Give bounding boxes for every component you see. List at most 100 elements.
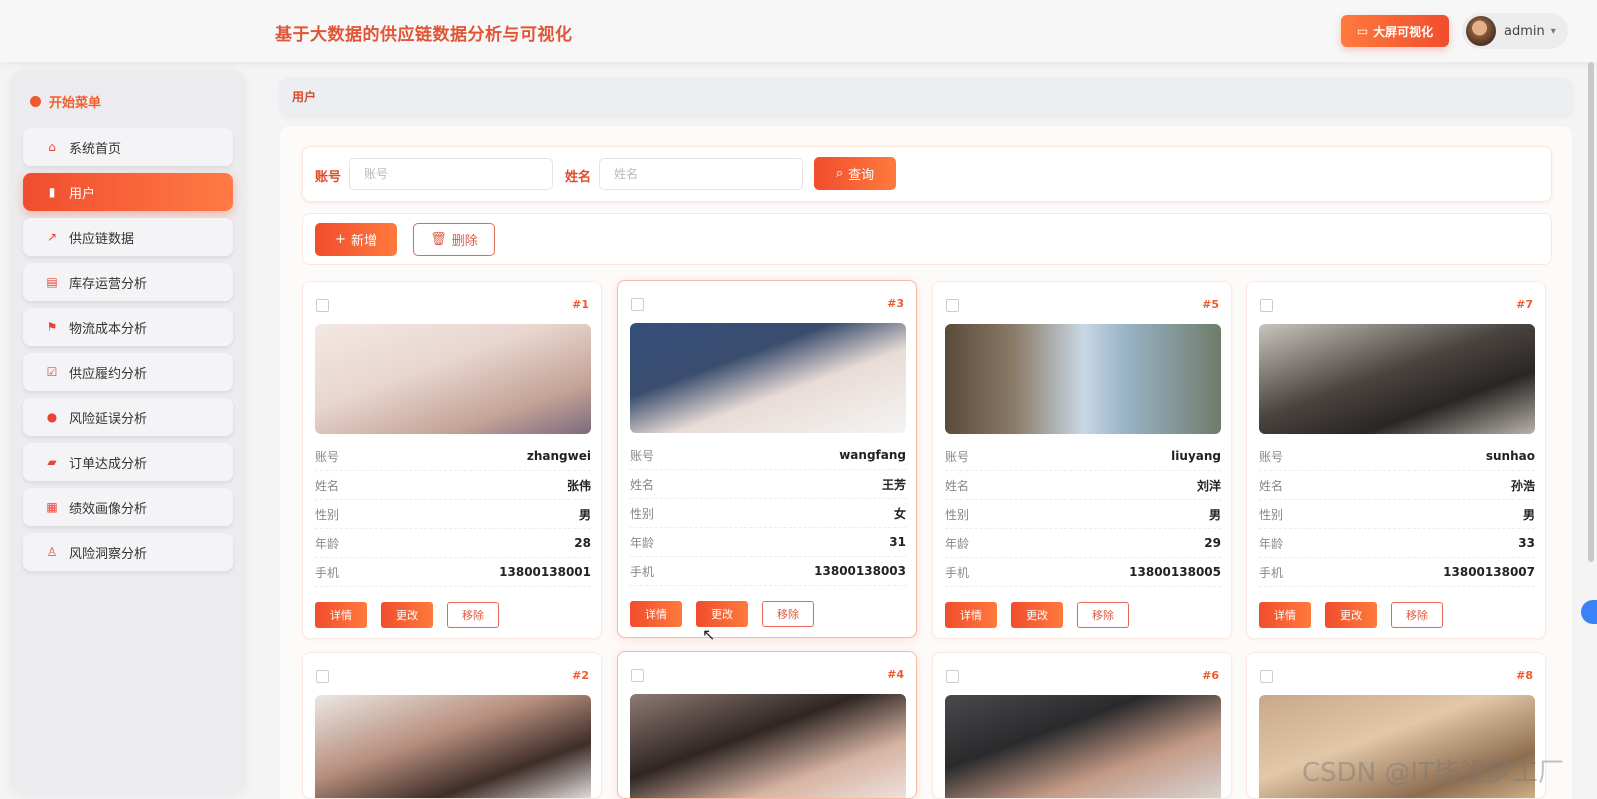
account-input[interactable] <box>349 158 553 190</box>
select-checkbox[interactable] <box>946 670 959 683</box>
chevron-down-icon: ▾ <box>1550 25 1556 37</box>
user-photo <box>1259 324 1535 434</box>
sidebar-item-home[interactable]: ⌂ 系统首页 <box>23 128 233 166</box>
sidebar-item-logistics-cost[interactable]: ⚑ 物流成本分析 <box>23 308 233 346</box>
field-label: 手机 <box>1259 565 1284 580</box>
field-label: 年龄 <box>315 536 340 551</box>
sidebar-item-label: 供应履约分析 <box>69 366 148 382</box>
floating-tab[interactable] <box>1581 600 1597 624</box>
select-checkbox[interactable] <box>1260 299 1273 312</box>
edit-button[interactable]: 更改 <box>1325 602 1377 628</box>
remove-button[interactable]: 移除 <box>447 602 499 628</box>
detail-button[interactable]: 详情 <box>315 602 367 628</box>
card-id: #3 <box>887 297 904 310</box>
top-bar: 基于大数据的供应链数据分析与可视化 ▭ 大屏可视化 admin ▾ <box>0 0 1597 62</box>
remove-button[interactable]: 移除 <box>762 601 814 627</box>
menu-heading-label: 开始菜单 <box>49 96 102 111</box>
field-label: 姓名 <box>630 477 655 492</box>
edit-button[interactable]: 更改 <box>1011 602 1063 628</box>
field-label: 年龄 <box>1259 536 1284 551</box>
name-input[interactable] <box>599 158 803 190</box>
sidebar-item-fulfillment[interactable]: ☑ 供应履约分析 <box>23 353 233 391</box>
sidebar-item-risk-delay[interactable]: ● 风险延误分析 <box>23 398 233 436</box>
wallet-icon: ▰ <box>47 455 57 469</box>
sidebar-item-label: 物流成本分析 <box>69 321 148 337</box>
name-value: 刘洋 <box>1196 478 1221 493</box>
phone-value: 13800138003 <box>814 564 906 578</box>
field-label: 账号 <box>945 449 970 464</box>
bigscreen-button[interactable]: ▭ 大屏可视化 <box>1341 15 1449 47</box>
query-button[interactable]: ⌕ 查询 <box>814 157 896 190</box>
sidebar-item-users[interactable]: ▮ 用户 <box>23 173 233 211</box>
user-menu[interactable]: admin ▾ <box>1462 13 1568 49</box>
sidebar-item-label: 用户 <box>69 186 96 202</box>
edit-button[interactable]: 更改 <box>696 601 748 627</box>
phone-value: 13800138001 <box>499 565 591 579</box>
sidebar-item-order-achievement[interactable]: ▰ 订单达成分析 <box>23 443 233 481</box>
user-photo <box>315 695 591 798</box>
line-chart-icon: ↗ <box>46 230 58 244</box>
sidebar-item-risk-insight[interactable]: ♙ 风险洞察分析 <box>23 533 233 571</box>
monitor-icon: ▭ <box>1356 24 1369 38</box>
action-panel: + 新增 🗑 删除 <box>302 213 1552 265</box>
name-value: 孙浩 <box>1510 478 1535 493</box>
card-id: #5 <box>1202 298 1219 311</box>
user-photo <box>630 694 906 798</box>
flag-icon: ⚑ <box>46 320 58 334</box>
bigscreen-label: 大屏可视化 <box>1373 24 1434 39</box>
detail-button[interactable]: 详情 <box>630 601 682 627</box>
search-icon: ⌕ <box>835 166 844 181</box>
gender-value: 男 <box>1208 507 1221 522</box>
user-card: #5 账号 liuyang 姓名 刘洋 性别 男 年龄 29 手机 13800138005… <box>932 281 1232 639</box>
delete-button[interactable]: 🗑 删除 <box>413 223 495 256</box>
field-label: 手机 <box>945 565 970 580</box>
select-checkbox[interactable] <box>316 670 329 683</box>
avatar <box>1466 16 1496 46</box>
sidebar-item-inventory-analysis[interactable]: ▤ 库存运营分析 <box>23 263 233 301</box>
user-photo <box>315 324 591 434</box>
age-value: 29 <box>1204 536 1221 550</box>
name-value: 王芳 <box>881 477 906 492</box>
cursor-pointer-icon: ↖ <box>702 625 716 644</box>
field-label: 性别 <box>315 507 340 522</box>
username: admin <box>1504 23 1545 39</box>
sidebar-item-label: 绩效画像分析 <box>69 501 148 517</box>
remove-button[interactable]: 移除 <box>1391 602 1443 628</box>
field-label: 姓名 <box>315 478 340 493</box>
user-icon: ♙ <box>46 545 58 559</box>
detail-button[interactable]: 详情 <box>945 602 997 628</box>
age-value: 28 <box>574 536 591 550</box>
user-photo <box>945 324 1221 434</box>
remove-button[interactable]: 移除 <box>1077 602 1129 628</box>
age-value: 33 <box>1518 536 1535 550</box>
bar-chart-icon: ▮ <box>48 185 56 199</box>
search-panel: 账号 姓名 ⌕ 查询 <box>302 146 1552 202</box>
select-checkbox[interactable] <box>631 298 644 311</box>
trash-icon: 🗑 <box>430 232 447 247</box>
scrollbar[interactable] <box>1588 62 1594 562</box>
plus-icon: + <box>335 232 346 247</box>
edit-button[interactable]: 更改 <box>381 602 433 628</box>
select-checkbox[interactable] <box>316 299 329 312</box>
sidebar: 开始菜单 ⌂ 系统首页 ▮ 用户 ↗ 供应链数据 ▤ 库存运营分析 ⚑ 物流成本… <box>10 70 246 794</box>
sidebar-item-label: 库存运营分析 <box>69 276 148 292</box>
sidebar-item-supply-chain-data[interactable]: ↗ 供应链数据 <box>23 218 233 256</box>
card-id: #8 <box>1516 669 1533 682</box>
clipboard-icon: ▤ <box>46 275 58 289</box>
card-id: #4 <box>887 668 904 681</box>
detail-button[interactable]: 详情 <box>1259 602 1311 628</box>
menu-heading: 开始菜单 <box>30 92 101 111</box>
select-checkbox[interactable] <box>631 669 644 682</box>
select-checkbox[interactable] <box>1260 670 1273 683</box>
gender-value: 男 <box>578 507 591 522</box>
sidebar-item-label: 供应链数据 <box>69 231 135 247</box>
sidebar-item-performance-profile[interactable]: ▦ 绩效画像分析 <box>23 488 233 526</box>
field-label: 年龄 <box>630 535 655 550</box>
add-button[interactable]: + 新增 <box>315 223 397 256</box>
field-label: 性别 <box>1259 507 1284 522</box>
sidebar-item-label: 系统首页 <box>69 141 122 157</box>
account-value: zhangwei <box>526 449 591 463</box>
select-checkbox[interactable] <box>946 299 959 312</box>
account-value: liuyang <box>1171 449 1221 463</box>
gender-value: 男 <box>1522 507 1535 522</box>
